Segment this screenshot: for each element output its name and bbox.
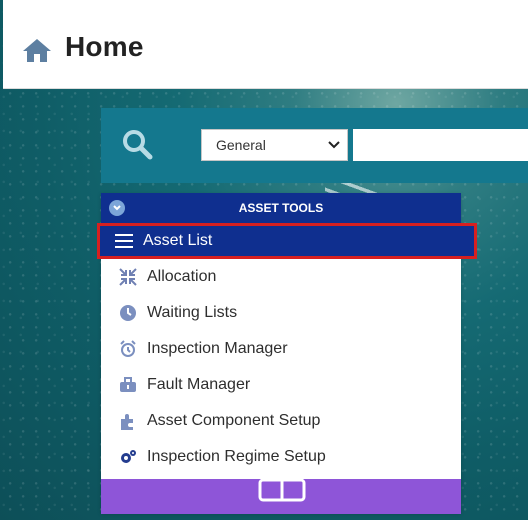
- search-scope-select[interactable]: General: [201, 129, 348, 161]
- menu-item-asset-list[interactable]: Asset List: [97, 223, 477, 259]
- menu-item-fault-manager[interactable]: Fault Manager: [101, 367, 461, 403]
- gears-icon: [117, 446, 139, 468]
- alarm-clock-icon: [117, 338, 139, 360]
- menu-item-label: Asset List: [143, 232, 213, 249]
- search-icon[interactable]: [120, 127, 156, 163]
- menu-item-label: Allocation: [147, 268, 217, 285]
- menu-title: ASSET TOOLS: [238, 201, 324, 215]
- menu-item-label: Fault Manager: [147, 376, 251, 393]
- search-input[interactable]: [353, 129, 528, 161]
- arrows-compress-icon: [117, 266, 139, 288]
- tile-view-icon[interactable]: [258, 478, 306, 502]
- menu-item-allocation[interactable]: Allocation: [101, 259, 461, 295]
- menu-item-label: Waiting Lists: [147, 304, 238, 321]
- menu-item-label: Inspection Regime Setup: [147, 448, 326, 465]
- home-icon: [23, 39, 51, 62]
- menu-item-inspection-regime-setup[interactable]: Inspection Regime Setup: [101, 439, 461, 475]
- chevron-down-icon: [328, 141, 340, 149]
- chevron-down-icon[interactable]: [109, 200, 125, 216]
- menu-item-label: Asset Component Setup: [147, 412, 321, 429]
- search-scope-value: General: [216, 137, 266, 153]
- menu-item-waiting-lists[interactable]: Waiting Lists: [101, 295, 461, 331]
- clock-icon: [117, 302, 139, 324]
- asset-tools-menu: ASSET TOOLS Asset List Allocation Waitin…: [97, 193, 477, 513]
- menu-list: Asset List Allocation Waiting Lists Insp…: [97, 223, 477, 475]
- page-title: Home: [65, 31, 144, 62]
- menu-header[interactable]: ASSET TOOLS: [101, 193, 461, 223]
- toolbox-icon: [117, 374, 139, 396]
- menu-item-label: Inspection Manager: [147, 340, 288, 357]
- list-icon: [113, 230, 135, 252]
- menu-item-inspection-manager[interactable]: Inspection Manager: [101, 331, 461, 367]
- page-header: Home: [3, 0, 528, 89]
- puzzle-icon: [117, 410, 139, 432]
- menu-item-asset-component-setup[interactable]: Asset Component Setup: [101, 403, 461, 439]
